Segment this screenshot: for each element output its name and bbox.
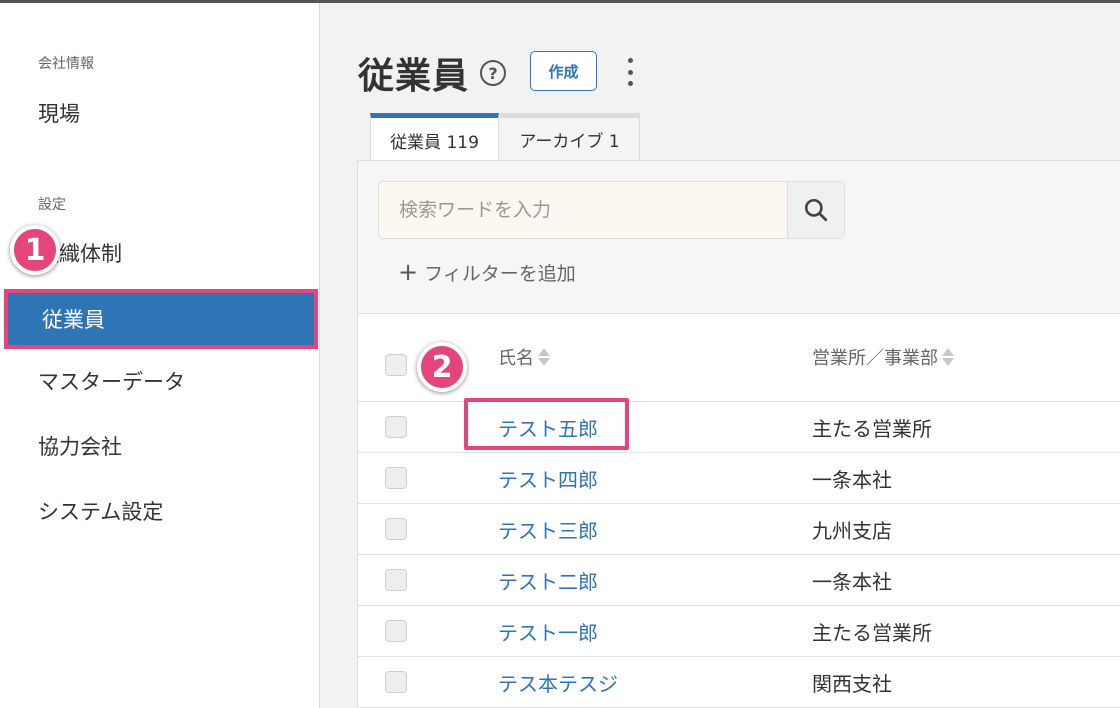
search-icon	[804, 198, 828, 222]
employee-table: 氏名 営業所／事業部 テスト五郎 主たる営業所 テスト四郎 一条本社 テスト三郎…	[358, 313, 1120, 708]
step-2-badge: 2	[417, 342, 467, 392]
add-filter-label: フィルターを追加	[424, 262, 576, 285]
employee-office: 九州支店	[812, 519, 892, 543]
table-row: テスト一郎 主たる営業所	[358, 606, 1120, 657]
table-row: テスト三郎 九州支店	[358, 504, 1120, 555]
table-row: テスト四郎 一条本社	[358, 453, 1120, 504]
sidebar-section-settings: 設定	[38, 197, 66, 213]
search-input[interactable]	[378, 181, 788, 239]
row-checkbox[interactable]	[385, 467, 407, 489]
select-all-checkbox[interactable]	[385, 354, 407, 376]
column-header-name[interactable]: 氏名	[498, 344, 550, 370]
employee-name-link[interactable]: テスト三郎	[498, 515, 598, 544]
search-button[interactable]	[787, 181, 845, 239]
row-checkbox[interactable]	[385, 671, 407, 693]
row-checkbox[interactable]	[385, 569, 407, 591]
tab-archive[interactable]: アーカイブ 1	[500, 113, 640, 161]
row-checkbox[interactable]	[385, 518, 407, 540]
sidebar-item-master-data[interactable]: マスターデータ	[0, 351, 320, 411]
sidebar-item-system-settings[interactable]: システム設定	[0, 481, 320, 541]
employee-office: 一条本社	[812, 570, 892, 594]
more-options-icon[interactable]	[622, 58, 638, 86]
table-row: テス本テスジ 関西支社	[358, 657, 1120, 708]
table-row: テスト二郎 一条本社	[358, 555, 1120, 606]
employee-office: 一条本社	[812, 468, 892, 492]
employee-office: 主たる営業所	[812, 417, 932, 441]
table-header: 氏名 営業所／事業部	[358, 314, 1120, 402]
sidebar-item-site[interactable]: 現場	[0, 83, 320, 143]
employee-name-link[interactable]: テスト一郎	[498, 617, 598, 646]
employee-name-link[interactable]: テス本テスジ	[498, 668, 618, 697]
employee-office: 関西支社	[812, 672, 892, 696]
employee-name-link[interactable]: テスト四郎	[498, 464, 598, 493]
page-title: 従業員	[358, 56, 470, 97]
sidebar-item-employees[interactable]: 従業員	[4, 289, 318, 349]
sidebar-section-company: 会社情報	[38, 56, 94, 72]
add-filter-button[interactable]: + フィルターを追加	[398, 257, 576, 287]
tab-employees[interactable]: 従業員 119	[370, 113, 499, 162]
employee-office: 主たる営業所	[812, 621, 932, 645]
step-1-badge: 1	[10, 225, 60, 275]
step-2-highlight	[464, 398, 629, 450]
column-header-office[interactable]: 営業所／事業部	[812, 344, 954, 370]
create-button[interactable]: 作成	[530, 51, 597, 91]
sort-icon	[942, 348, 954, 366]
sort-icon	[538, 348, 550, 366]
employee-name-link[interactable]: テスト二郎	[498, 566, 598, 595]
sidebar: 会社情報 現場 設定 組織体制 従業員 マスターデータ 協力会社 システム設定	[0, 3, 320, 708]
plus-icon: +	[398, 258, 419, 286]
row-checkbox[interactable]	[385, 416, 407, 438]
sidebar-item-partners[interactable]: 協力会社	[0, 416, 320, 476]
row-checkbox[interactable]	[385, 620, 407, 642]
help-icon[interactable]: ?	[480, 60, 506, 86]
